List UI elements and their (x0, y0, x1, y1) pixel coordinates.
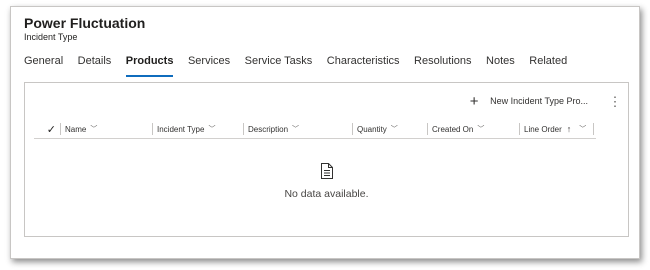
tab-services[interactable]: Services (188, 55, 230, 77)
tab-list: General Details Products Services Servic… (24, 55, 582, 77)
tab-related[interactable]: Related (529, 55, 567, 77)
tab-resolutions[interactable]: Resolutions (414, 55, 471, 77)
column-label: Line Order (524, 124, 562, 134)
empty-state: No data available. (25, 163, 628, 200)
chevron-down-icon: ﹀ (90, 126, 98, 133)
checkmark-icon: ✓ (46, 123, 56, 136)
sort-ascending-icon: ↑ (566, 124, 572, 134)
subgrid-command-bar: + New Incident Type Pro... ⋮ (467, 91, 628, 111)
products-subgrid: + New Incident Type Pro... ⋮ ✓ Name ﹀ In… (24, 82, 629, 237)
column-label: Description (248, 124, 289, 134)
chevron-down-icon: ﹀ (579, 126, 587, 133)
column-label: Incident Type (157, 124, 205, 134)
column-header-incident-type[interactable]: Incident Type ﹀ (152, 123, 243, 135)
record-entity-name: Incident Type (24, 32, 78, 42)
column-header-line-order[interactable]: Line Order ↑ ﹀ (519, 123, 593, 135)
chevron-down-icon: ﹀ (390, 126, 398, 133)
chevron-down-icon: ﹀ (208, 126, 216, 133)
column-divider (593, 123, 594, 135)
plus-icon: + (469, 92, 479, 110)
grid-header-row: ✓ Name ﹀ Incident Type ﹀ Description ﹀ Q… (34, 120, 596, 139)
empty-message: No data available. (284, 188, 369, 200)
tab-characteristics[interactable]: Characteristics (327, 55, 400, 77)
column-header-name[interactable]: Name ﹀ (60, 123, 152, 135)
column-label: Name (65, 124, 87, 134)
form-window: Power Fluctuation Incident Type General … (10, 6, 640, 259)
tab-general[interactable]: General (24, 55, 63, 77)
record-title: Power Fluctuation (24, 15, 146, 31)
column-label: Created On (432, 124, 474, 134)
chevron-down-icon: ﹀ (477, 126, 485, 133)
new-button-label: New Incident Type Pro... (490, 96, 588, 106)
more-vertical-icon[interactable]: ⋮ (602, 95, 628, 108)
tab-details[interactable]: Details (78, 55, 112, 77)
column-label: Quantity (357, 124, 387, 134)
tab-products[interactable]: Products (125, 55, 173, 77)
column-header-quantity[interactable]: Quantity ﹀ (352, 123, 427, 135)
column-header-created-on[interactable]: Created On ﹀ (427, 123, 519, 135)
column-header-description[interactable]: Description ﹀ (243, 123, 352, 135)
new-incident-type-product-button[interactable]: + New Incident Type Pro... (467, 94, 588, 109)
tab-notes[interactable]: Notes (486, 55, 515, 77)
select-all-checkbox[interactable]: ✓ (34, 123, 60, 136)
chevron-down-icon: ﹀ (292, 126, 300, 133)
tab-service-tasks[interactable]: Service Tasks (245, 55, 313, 77)
document-icon (320, 163, 334, 184)
